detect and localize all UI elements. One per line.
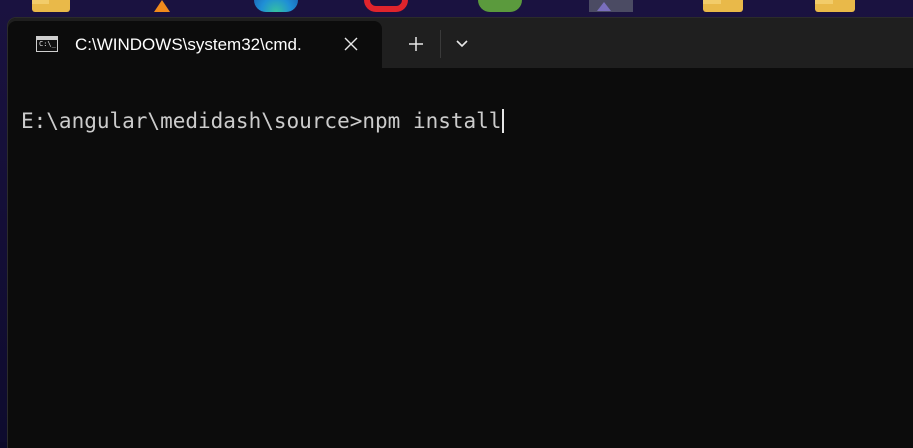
toolbar-divider — [440, 30, 441, 58]
tab-dropdown-button[interactable] — [445, 28, 479, 60]
close-tab-button[interactable] — [340, 33, 362, 55]
cmd-icon-glyph: C:\_ — [39, 40, 56, 48]
plus-icon — [409, 37, 423, 51]
edge-icon[interactable] — [254, 0, 298, 12]
new-tab-button[interactable] — [399, 28, 433, 60]
tab-title: C:\WINDOWS\system32\cmd. — [75, 35, 302, 54]
tab-cmd[interactable]: C:\_ C:\WINDOWS\system32\cmd. — [8, 21, 382, 68]
close-icon — [344, 37, 358, 51]
command-line[interactable]: E:\angular\medidash\source>npm install — [21, 109, 505, 133]
typed-command: npm install — [362, 109, 502, 133]
cmd-icon: C:\_ — [36, 36, 58, 52]
folder-icon[interactable] — [815, 0, 855, 12]
title-bar[interactable]: C:\_ C:\WINDOWS\system32\cmd. — [8, 18, 913, 68]
pinned-app-icon[interactable] — [589, 0, 633, 12]
android-icon[interactable] — [478, 0, 522, 12]
vlc-icon[interactable] — [154, 0, 170, 12]
chevron-down-icon — [456, 40, 468, 48]
terminal-window: C:\_ C:\WINDOWS\system32\cmd. E:\angular… — [8, 18, 913, 448]
prompt-path: E:\angular\medidash\source> — [21, 109, 363, 133]
opera-icon[interactable] — [364, 0, 408, 12]
text-cursor — [502, 109, 505, 133]
folder-icon[interactable] — [703, 0, 743, 12]
folder-icon[interactable] — [32, 0, 70, 12]
terminal-output[interactable]: E:\angular\medidash\source>npm install — [8, 68, 913, 448]
